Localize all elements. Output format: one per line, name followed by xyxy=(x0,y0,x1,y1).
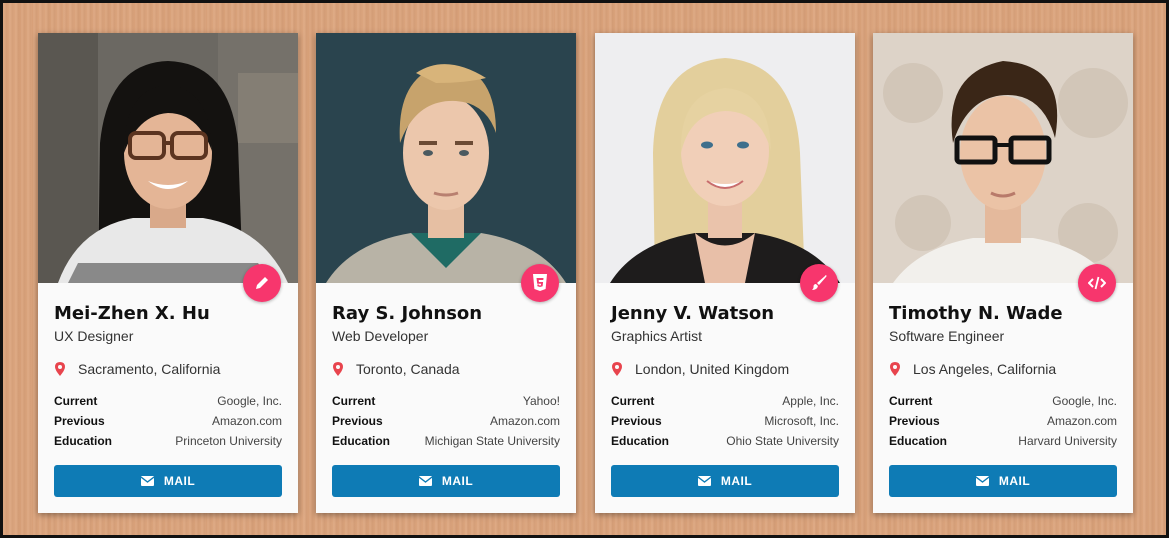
envelope-icon xyxy=(418,476,432,486)
location-text: London, United Kingdom xyxy=(635,361,790,377)
profile-location: Los Angeles, California xyxy=(889,361,1056,377)
detail-label: Education xyxy=(889,434,948,448)
profile-name: Ray S. Johnson xyxy=(332,303,483,324)
detail-row-education: Education Harvard University xyxy=(889,431,1117,451)
pencil-icon[interactable] xyxy=(243,264,281,302)
detail-row-current: Current Apple, Inc. xyxy=(611,391,839,411)
detail-value: Yahoo! xyxy=(522,394,560,408)
detail-row-previous: Previous Amazon.com xyxy=(54,411,282,431)
details-list: Current Yahoo! Previous Amazon.com Educati… xyxy=(332,391,560,451)
detail-label: Education xyxy=(332,434,391,448)
detail-value: Princeton University xyxy=(175,434,282,448)
map-pin-icon xyxy=(333,362,343,376)
detail-label: Education xyxy=(54,434,113,448)
detail-value: Google, Inc. xyxy=(217,394,282,408)
paintbrush-icon[interactable] xyxy=(800,264,838,302)
profile-photo xyxy=(316,33,576,283)
detail-value: Harvard University xyxy=(1018,434,1117,448)
detail-row-current: Current Yahoo! xyxy=(332,391,560,411)
detail-row-current: Current Google, Inc. xyxy=(889,391,1117,411)
mail-button[interactable]: MAIL xyxy=(611,465,839,497)
profile-location: Toronto, Canada xyxy=(332,361,460,377)
detail-row-education: Education Ohio State University xyxy=(611,431,839,451)
detail-row-education: Education Michigan State University xyxy=(332,431,560,451)
map-pin-icon xyxy=(55,362,65,376)
location-text: Toronto, Canada xyxy=(356,361,460,377)
profile-title: Software Engineer xyxy=(889,328,1005,344)
profile-card: Mei-Zhen X. Hu UX Designer Sacramento, C… xyxy=(38,33,298,513)
wood-background: Mei-Zhen X. Hu UX Designer Sacramento, C… xyxy=(0,0,1169,538)
mail-button-label: MAIL xyxy=(163,474,196,488)
profile-location: Sacramento, California xyxy=(54,361,220,377)
html5-icon[interactable] xyxy=(521,264,559,302)
profile-name: Mei-Zhen X. Hu xyxy=(54,303,210,324)
profile-name: Jenny V. Watson xyxy=(611,303,775,324)
detail-row-education: Education Princeton University xyxy=(54,431,282,451)
profile-location: London, United Kingdom xyxy=(611,361,789,377)
detail-row-previous: Previous Amazon.com xyxy=(332,411,560,431)
profile-card: Timothy N. Wade Software Engineer Los An… xyxy=(873,33,1133,513)
detail-label: Education xyxy=(611,434,670,448)
details-list: Current Apple, Inc. Previous Microsoft, In… xyxy=(611,391,839,451)
mail-button[interactable]: MAIL xyxy=(332,465,560,497)
detail-label: Current xyxy=(889,394,933,408)
profile-title: Graphics Artist xyxy=(611,328,703,344)
detail-value: Amazon.com xyxy=(489,414,560,428)
location-text: Los Angeles, California xyxy=(913,361,1057,377)
location-text: Sacramento, California xyxy=(78,361,221,377)
profile-photo xyxy=(873,33,1133,283)
detail-value: Google, Inc. xyxy=(1052,394,1117,408)
detail-value: Amazon.com xyxy=(211,414,282,428)
detail-label: Previous xyxy=(54,414,105,428)
envelope-icon xyxy=(975,476,989,486)
code-icon[interactable] xyxy=(1078,264,1116,302)
detail-label: Current xyxy=(332,394,376,408)
mail-button-label: MAIL xyxy=(720,474,753,488)
detail-value: Ohio State University xyxy=(726,434,839,448)
mail-button-label: MAIL xyxy=(441,474,474,488)
details-list: Current Google, Inc. Previous Amazon.com E… xyxy=(889,391,1117,451)
detail-value: Michigan State University xyxy=(424,434,560,448)
detail-value: Amazon.com xyxy=(1046,414,1117,428)
detail-label: Previous xyxy=(611,414,662,428)
profile-name: Timothy N. Wade xyxy=(889,303,1063,324)
profile-card: Jenny V. Watson Graphics Artist London, … xyxy=(595,33,855,513)
detail-row-previous: Previous Amazon.com xyxy=(889,411,1117,431)
profile-photo xyxy=(595,33,855,283)
map-pin-icon xyxy=(612,362,622,376)
detail-value: Apple, Inc. xyxy=(782,394,839,408)
mail-button[interactable]: MAIL xyxy=(889,465,1117,497)
detail-label: Previous xyxy=(332,414,383,428)
map-pin-icon xyxy=(890,362,900,376)
details-list: Current Google, Inc. Previous Amazon.com E… xyxy=(54,391,282,451)
detail-label: Current xyxy=(611,394,655,408)
profile-title: UX Designer xyxy=(54,328,134,344)
detail-row-previous: Previous Microsoft, Inc. xyxy=(611,411,839,431)
profile-photo xyxy=(38,33,298,283)
detail-label: Current xyxy=(54,394,98,408)
profile-card: Ray S. Johnson Web Developer Toronto, Ca… xyxy=(316,33,576,513)
envelope-icon xyxy=(140,476,154,486)
detail-value: Microsoft, Inc. xyxy=(764,414,839,428)
profile-title: Web Developer xyxy=(332,328,429,344)
detail-row-current: Current Google, Inc. xyxy=(54,391,282,411)
envelope-icon xyxy=(697,476,711,486)
mail-button-label: MAIL xyxy=(998,474,1031,488)
mail-button[interactable]: MAIL xyxy=(54,465,282,497)
detail-label: Previous xyxy=(889,414,940,428)
